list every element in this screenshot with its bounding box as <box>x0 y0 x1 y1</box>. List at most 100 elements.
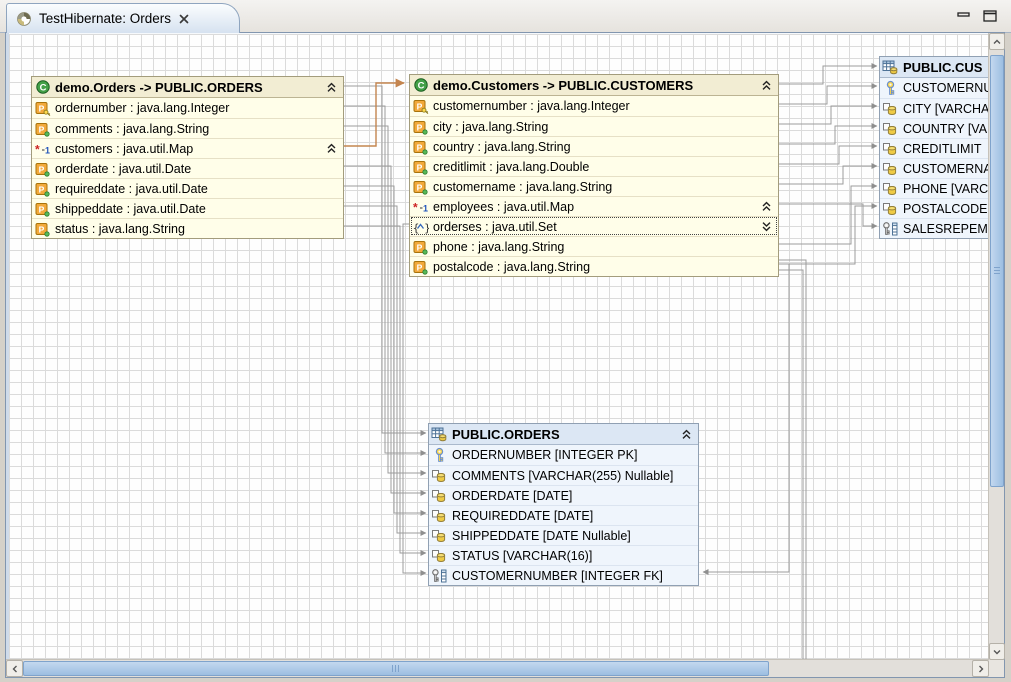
entity-field-row[interactable]: Porderdate : java.util.Date <box>32 158 343 178</box>
table-column-row[interactable]: PHONE [VARC <box>880 178 988 198</box>
column-icon <box>882 141 899 157</box>
column-icon <box>431 548 448 564</box>
column-icon <box>882 201 899 217</box>
table-column-row[interactable]: CREDITLIMIT <box>880 138 988 158</box>
collapse-icon[interactable] <box>326 82 337 93</box>
entity-field-row[interactable]: Pordernumber : java.lang.Integer <box>32 98 343 118</box>
table-column-row[interactable]: STATUS [VARCHAR(16)] <box>429 545 698 565</box>
entity-field-row[interactable]: Pcomments : java.lang.String <box>32 118 343 138</box>
diagram-canvas[interactable]: Cdemo.Orders -> PUBLIC.ORDERSPordernumbe… <box>9 34 988 659</box>
entity-field-row[interactable]: *1customers : java.util.Map <box>32 138 343 158</box>
table-column-row[interactable]: ORDERDATE [DATE] <box>429 485 698 505</box>
row-label: CUSTOMERNA <box>903 162 988 176</box>
table-column-row[interactable]: ORDERNUMBER [INTEGER PK] <box>429 445 698 465</box>
customers-mapping-box[interactable]: Cdemo.Customers -> PUBLIC.CUSTOMERSPcust… <box>409 74 779 277</box>
row-label: postalcode : java.lang.String <box>433 260 590 274</box>
tab-close-icon[interactable] <box>178 13 190 25</box>
svg-text:1: 1 <box>423 203 428 213</box>
row-label: ORDERDATE [DATE] <box>452 489 572 503</box>
row-label: POSTALCODE <box>903 202 988 216</box>
orders-mapping-box[interactable]: Cdemo.Orders -> PUBLIC.ORDERSPordernumbe… <box>31 76 344 239</box>
tab-testhibernate-orders[interactable]: TestHibernate: Orders <box>6 3 240 33</box>
entity-field-row[interactable]: Prequireddate : java.util.Date <box>32 178 343 198</box>
customers-mapping-header[interactable]: Cdemo.Customers -> PUBLIC.CUSTOMERS <box>410 75 778 96</box>
column-icon <box>882 101 899 117</box>
svg-text:P: P <box>417 242 423 252</box>
table-column-row[interactable]: CITY [VARCHA <box>880 98 988 118</box>
table-column-row[interactable]: REQUIREDDATE [DATE] <box>429 505 698 525</box>
property-icon: P <box>34 161 51 177</box>
entity-field-row[interactable]: Pcity : java.lang.String <box>410 116 778 136</box>
row-label: requireddate : java.util.Date <box>55 182 208 196</box>
row-label: SHIPPEDDATE [DATE Nullable] <box>452 529 631 543</box>
svg-text:*: * <box>413 200 418 214</box>
entity-field-row[interactable]: *1employees : java.util.Map <box>410 196 778 216</box>
row-label: customername : java.lang.String <box>433 180 612 194</box>
row-label: CUSTOMERNU <box>903 81 988 95</box>
entity-field-row[interactable]: Pcreditlimit : java.lang.Double <box>410 156 778 176</box>
column-icon <box>431 508 448 524</box>
svg-text:C: C <box>417 81 424 92</box>
property-icon: P <box>412 179 429 195</box>
collapse-icon[interactable] <box>761 201 772 212</box>
property-icon: P <box>412 139 429 155</box>
row-label: city : java.lang.String <box>433 120 548 134</box>
collapse-icon[interactable] <box>326 143 337 154</box>
scroll-left-icon[interactable] <box>6 660 23 677</box>
row-label: customernumber : java.lang.Integer <box>433 99 630 113</box>
row-label: CREDITLIMIT <box>903 142 981 156</box>
row-label: phone : java.lang.String <box>433 240 564 254</box>
table-column-row[interactable]: COUNTRY [VA <box>880 118 988 138</box>
collapse-icon[interactable] <box>681 429 692 440</box>
horizontal-scrollbar[interactable] <box>6 659 989 677</box>
customers-table-box[interactable]: PUBLIC.CUS CUSTOMERNU CITY [VARCHACOUNTRY … <box>879 56 988 239</box>
entity-field-row[interactable]: Pshippeddate : java.util.Date <box>32 198 343 218</box>
vertical-scrollbar[interactable] <box>988 33 1004 660</box>
scroll-down-icon[interactable] <box>989 643 1005 660</box>
table-icon <box>882 59 899 75</box>
tab-title: TestHibernate: Orders <box>39 11 171 26</box>
horizontal-scroll-thumb[interactable] <box>23 661 769 676</box>
scroll-up-icon[interactable] <box>989 33 1005 50</box>
entity-field-row[interactable]: Pphone : java.lang.String <box>410 236 778 256</box>
entity-field-row[interactable]: Pcustomernumber : java.lang.Integer <box>410 96 778 116</box>
column-icon <box>431 488 448 504</box>
box-title: demo.Customers -> PUBLIC.CUSTOMERS <box>433 78 693 93</box>
customers-table-header[interactable]: PUBLIC.CUS <box>880 57 988 78</box>
expand-icon[interactable] <box>761 221 772 232</box>
pk-column-icon <box>431 447 448 463</box>
property-icon: P <box>34 181 51 197</box>
row-label: status : java.lang.String <box>55 222 185 236</box>
scroll-right-icon[interactable] <box>972 660 989 677</box>
entity-field-row[interactable]: {}orderses : java.util.Set <box>410 216 778 236</box>
box-title: demo.Orders -> PUBLIC.ORDERS <box>55 80 263 95</box>
table-column-row[interactable]: POSTALCODE <box>880 198 988 218</box>
table-column-row[interactable]: SALESREPEMI <box>880 218 988 238</box>
svg-text:P: P <box>417 122 423 132</box>
maximize-view-icon[interactable] <box>983 9 997 21</box>
table-column-row[interactable]: SHIPPEDDATE [DATE Nullable] <box>429 525 698 545</box>
minimize-view-icon[interactable] <box>957 9 971 21</box>
orders-table-header[interactable]: PUBLIC.ORDERS <box>429 424 698 445</box>
table-column-row[interactable]: CUSTOMERNUMBER [INTEGER FK] <box>429 565 698 585</box>
box-title: PUBLIC.ORDERS <box>452 427 560 442</box>
orders-mapping-header[interactable]: Cdemo.Orders -> PUBLIC.ORDERS <box>32 77 343 98</box>
property-icon: P <box>412 259 429 275</box>
entity-field-row[interactable]: Ppostalcode : java.lang.String <box>410 256 778 276</box>
entity-field-row[interactable]: Pcountry : java.lang.String <box>410 136 778 156</box>
id-property-icon: P <box>412 98 429 114</box>
vertical-scroll-thumb[interactable] <box>990 55 1004 487</box>
svg-text:}: } <box>424 221 429 234</box>
table-column-row[interactable]: COMMENTS [VARCHAR(255) Nullable] <box>429 465 698 485</box>
class-icon: C <box>34 79 51 95</box>
collapse-icon[interactable] <box>761 80 772 91</box>
row-label: orderses : java.util.Set <box>433 220 557 234</box>
orders-table-box[interactable]: PUBLIC.ORDERS ORDERNUMBER [INTEGER PK]COM… <box>428 423 699 586</box>
table-column-row[interactable]: CUSTOMERNU <box>880 78 988 98</box>
table-column-row[interactable]: CUSTOMERNA <box>880 158 988 178</box>
class-icon: C <box>412 77 429 93</box>
svg-text:P: P <box>39 184 45 194</box>
row-label: shippeddate : java.util.Date <box>55 202 206 216</box>
entity-field-row[interactable]: Pcustomername : java.lang.String <box>410 176 778 196</box>
entity-field-row[interactable]: Pstatus : java.lang.String <box>32 218 343 238</box>
